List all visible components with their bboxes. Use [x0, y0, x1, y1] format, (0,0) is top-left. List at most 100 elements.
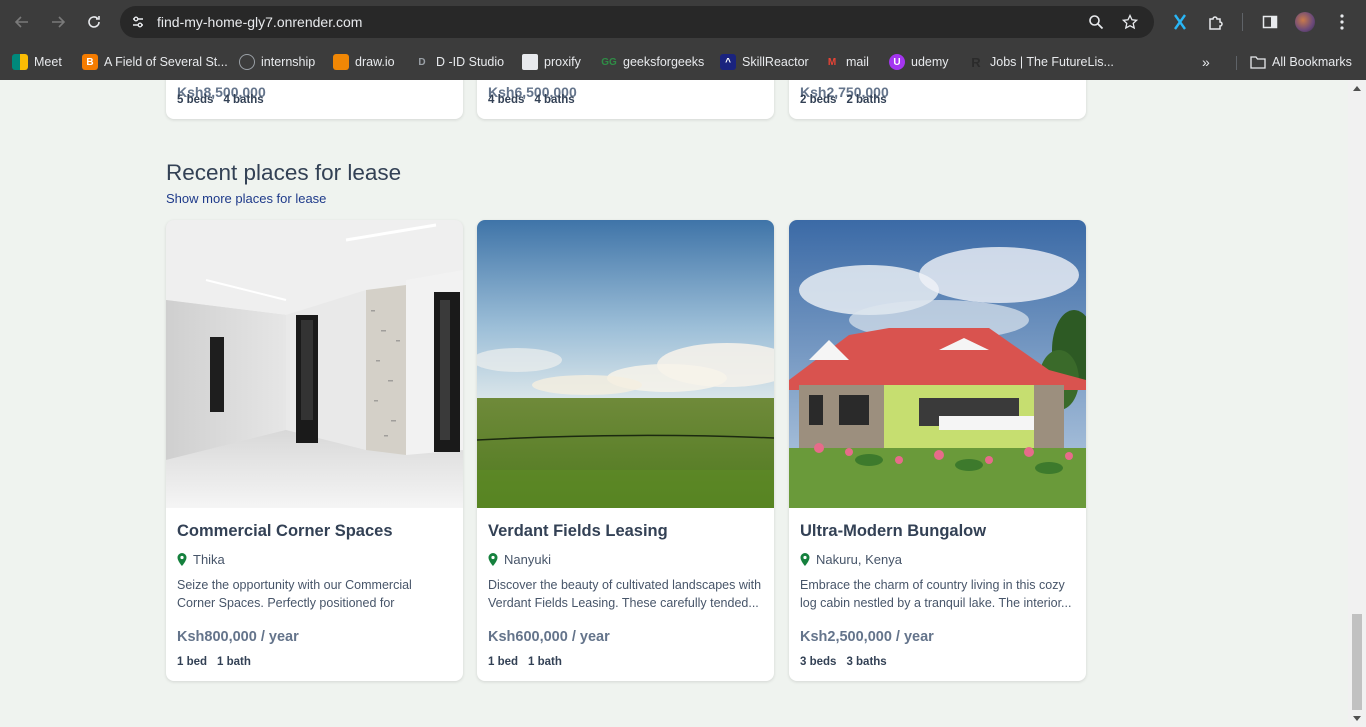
bookmark-label: Meet	[34, 55, 62, 69]
listing-location-text: Nanyuki	[504, 552, 551, 567]
listing-title[interactable]: Commercial Corner Spaces	[177, 522, 393, 541]
listing-location: Nanyuki	[488, 552, 551, 567]
listing-facts: 2 beds 2 baths	[800, 94, 887, 106]
forward-button[interactable]	[46, 10, 70, 34]
bookmark-mail[interactable]: M mail	[824, 51, 869, 73]
reload-button[interactable]	[82, 10, 106, 34]
listing-photo	[789, 220, 1086, 508]
listing-baths: 3 baths	[846, 656, 887, 668]
listing-facts: 4 beds 4 baths	[488, 94, 575, 106]
globe-icon	[239, 54, 255, 70]
listing-baths: 4 baths	[223, 94, 264, 106]
bookmark-label: draw.io	[355, 55, 395, 69]
bookmark-label: internship	[261, 55, 316, 69]
scroll-up-arrow-icon[interactable]	[1353, 86, 1361, 91]
show-more-lease-link[interactable]: Show more places for lease	[166, 191, 326, 206]
toolbar-divider	[1242, 13, 1243, 31]
listing-baths: 4 baths	[534, 94, 575, 106]
bookmark-label: SkillReactor	[742, 55, 809, 69]
gmail-icon: M	[827, 56, 837, 68]
bookmark-label: D -ID Studio	[436, 55, 505, 69]
drawio-icon	[333, 54, 349, 70]
menu-kebab-icon[interactable]	[1330, 10, 1354, 34]
gfg-icon: GG	[601, 56, 617, 68]
bookmarks-bar: Meet B A Field of Several St... internsh…	[0, 44, 1366, 80]
listing-facts: 1 bed 1 bath	[488, 656, 562, 668]
listing-card-top[interactable]: Ksh6,500,000 4 beds 4 baths	[477, 80, 774, 119]
page-viewport: Ksh8,500,000 5 beds 4 baths Ksh6,500,000…	[0, 80, 1348, 727]
back-button[interactable]	[10, 10, 34, 34]
listing-description: Seize the opportunity with our Commercia…	[177, 578, 412, 610]
listing-location: Nakuru, Kenya	[800, 552, 902, 567]
bookmark-udemy[interactable]: U udemy	[889, 51, 949, 73]
listing-baths: 1 bath	[217, 656, 251, 668]
listing-baths: 1 bath	[528, 656, 562, 668]
bookmark-label: proxify	[544, 55, 581, 69]
listing-facts: 3 beds 3 baths	[800, 656, 887, 668]
browser-toolbar: find-my-home-gly7.onrender.com	[0, 0, 1366, 44]
bookmark-label: geeksforgeeks	[623, 55, 705, 69]
listing-location-text: Thika	[193, 552, 225, 567]
bookmarks-divider	[1236, 56, 1237, 70]
more-bookmarks-button[interactable]: »	[1202, 51, 1210, 73]
listing-title[interactable]: Ultra-Modern Bungalow	[800, 522, 986, 541]
listing-card-top[interactable]: Ksh2,750,000 2 beds 2 baths	[789, 80, 1086, 119]
side-panel-icon[interactable]	[1258, 10, 1282, 34]
address-bar[interactable]: find-my-home-gly7.onrender.com	[120, 6, 1154, 38]
listing-beds: 3 beds	[800, 656, 837, 668]
bookmark-internship[interactable]: internship	[239, 51, 315, 73]
extensions-puzzle-icon[interactable]	[1204, 10, 1228, 34]
zoom-icon[interactable]	[1086, 12, 1106, 32]
listing-price: Ksh800,000 / year	[177, 629, 299, 645]
listing-location-text: Nakuru, Kenya	[816, 552, 902, 567]
listing-card[interactable]: Ultra-Modern Bungalow Nakuru, Kenya Embr…	[789, 220, 1086, 681]
extension-icon[interactable]	[1168, 10, 1192, 34]
skillreactor-icon: ^	[720, 54, 736, 70]
listing-description: Embrace the charm of country living in t…	[800, 578, 1072, 610]
bookmark-geeksforgeeks[interactable]: GG geeksforgeeks	[601, 51, 704, 73]
section-title: Recent places for lease	[166, 160, 402, 185]
bookmark-proxify[interactable]: proxify	[522, 51, 581, 73]
listing-title[interactable]: Verdant Fields Leasing	[488, 522, 668, 541]
folder-icon	[1250, 54, 1266, 70]
listing-beds: 1 bed	[488, 656, 519, 668]
url-text[interactable]: find-my-home-gly7.onrender.com	[157, 14, 362, 30]
bookmark-label: udemy	[911, 55, 949, 69]
profile-avatar[interactable]	[1293, 10, 1317, 34]
map-pin-icon	[177, 553, 187, 566]
bookmark-meet[interactable]: Meet	[12, 51, 62, 73]
listing-price: Ksh600,000 / year	[488, 629, 610, 645]
udemy-icon: U	[889, 54, 905, 70]
all-bookmarks-button[interactable]: All Bookmarks	[1250, 51, 1352, 73]
bookmark-label: A Field of Several St...	[104, 55, 228, 69]
blogger-icon: B	[82, 54, 98, 70]
map-pin-icon	[800, 553, 810, 566]
listing-card-top[interactable]: Ksh8,500,000 5 beds 4 baths	[166, 80, 463, 119]
bookmark-label: Jobs | The FutureLis...	[990, 55, 1114, 69]
double-chevron-right-icon: »	[1202, 54, 1210, 70]
map-pin-icon	[488, 553, 498, 566]
listing-card[interactable]: Verdant Fields Leasing Nanyuki Discover …	[477, 220, 774, 681]
listing-beds: 4 beds	[488, 94, 525, 106]
listing-beds: 1 bed	[177, 656, 208, 668]
bookmark-blogger[interactable]: B A Field of Several St...	[82, 51, 228, 73]
listing-location: Thika	[177, 552, 225, 567]
listing-facts: 1 bed 1 bath	[177, 656, 251, 668]
bookmark-skillreactor[interactable]: ^ SkillReactor	[720, 51, 809, 73]
site-info-icon[interactable]	[128, 12, 148, 32]
bookmark-drawio[interactable]: draw.io	[333, 51, 395, 73]
did-icon: D	[418, 56, 426, 68]
bookmark-futurelist[interactable]: R Jobs | The FutureLis...	[968, 51, 1114, 73]
bookmark-star-icon[interactable]	[1120, 12, 1140, 32]
futurelist-icon: R	[971, 54, 981, 70]
bookmark-did[interactable]: D D -ID Studio	[414, 51, 504, 73]
all-bookmarks-label: All Bookmarks	[1272, 55, 1352, 69]
listing-card[interactable]: Commercial Corner Spaces Thika Seize the…	[166, 220, 463, 681]
page-scrollbar[interactable]	[1348, 80, 1366, 727]
proxify-icon	[522, 54, 538, 70]
listing-baths: 2 baths	[846, 94, 887, 106]
listing-price: Ksh2,500,000 / year	[800, 629, 934, 645]
listing-facts: 5 beds 4 baths	[177, 94, 264, 106]
scrollbar-thumb[interactable]	[1352, 614, 1362, 710]
scroll-down-arrow-icon[interactable]	[1353, 716, 1361, 721]
